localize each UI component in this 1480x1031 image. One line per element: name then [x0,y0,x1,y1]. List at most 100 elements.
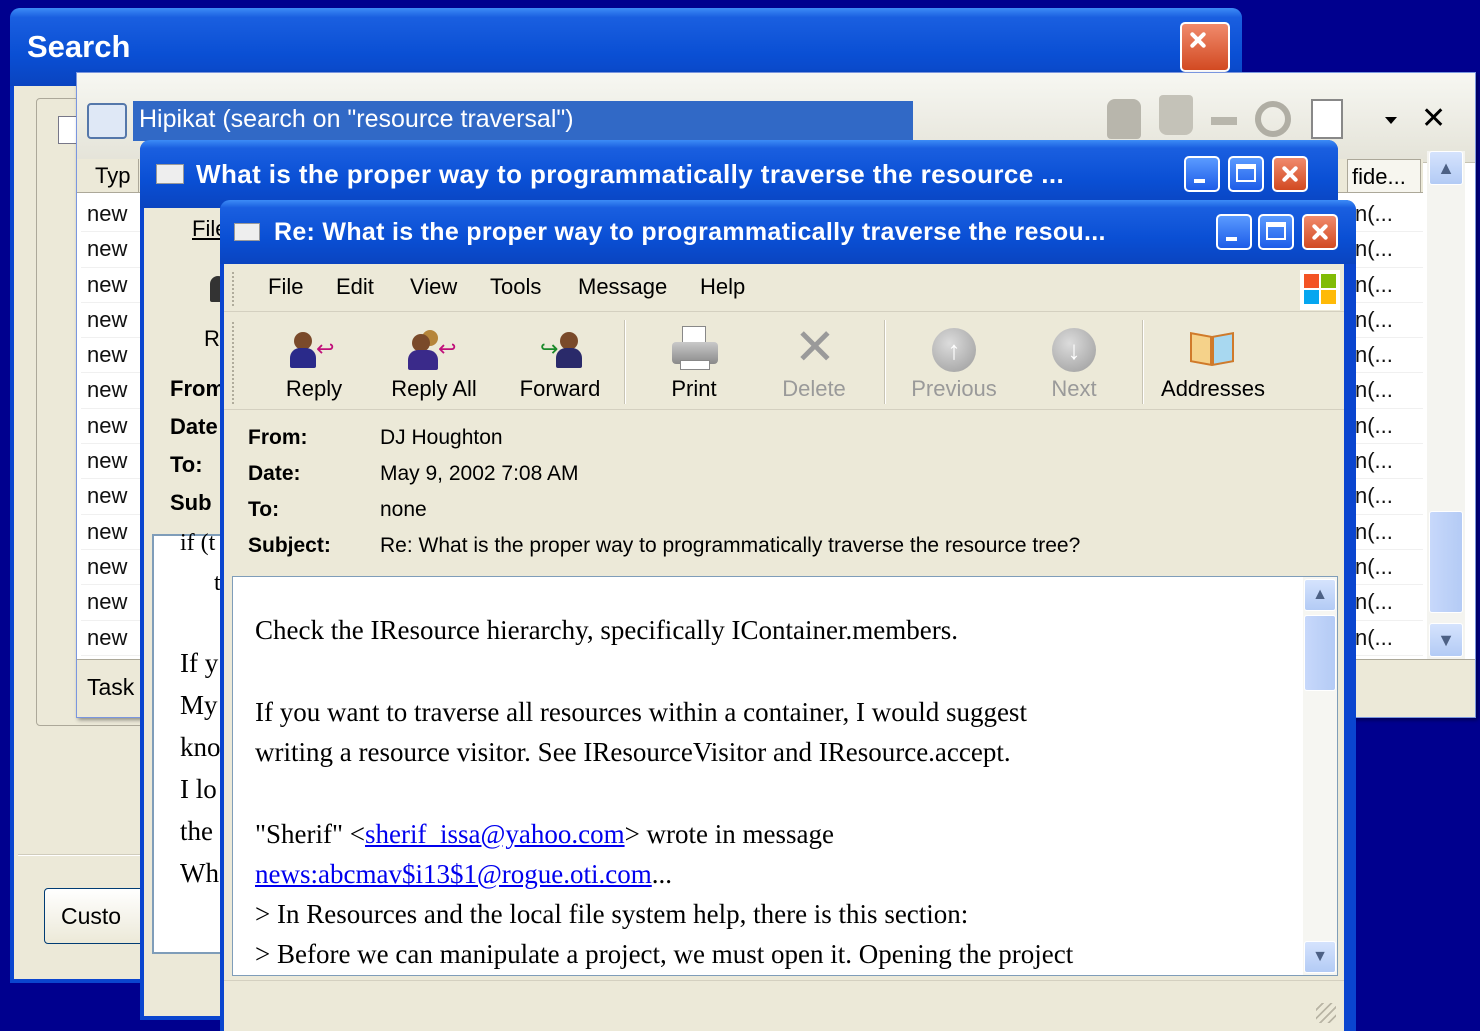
col-type-label: Typ [95,163,131,188]
hipikat-cat-icon [87,103,127,139]
menu-file[interactable]: File [268,274,303,300]
col-confidence[interactable]: fide... [1347,159,1421,193]
body-line: if (t [180,530,216,556]
delete-label: Delete [782,376,846,401]
body-scrollbar[interactable]: ▲ ▼ [1303,577,1337,975]
scroll-down-icon[interactable]: ▼ [1304,941,1336,973]
previous-button[interactable]: ↑ Previous [894,314,1014,406]
search-tab-icon [58,116,78,144]
menu-tools[interactable]: Tools [490,274,541,300]
table-cell[interactable]: n(... [1353,550,1423,586]
menu-message[interactable]: Message [578,274,667,300]
message-front-client: File Edit View Tools Message Help ↩ Repl… [224,264,1344,1031]
scroll-down-icon[interactable]: ▼ [1429,623,1463,657]
table-cell[interactable]: n(... [1353,268,1423,303]
news-after: ... [651,859,673,889]
minimize-view-icon[interactable] [1211,117,1237,125]
message-header: From: DJ Houghton Date: May 9, 2002 7:08… [248,424,1328,574]
hipikat-scrollbar[interactable]: ▲ ▼ [1427,151,1465,659]
thumbs-down-icon[interactable] [1159,95,1193,135]
message-back-title: What is the proper way to programmatical… [196,158,1065,189]
reply-all-label: Reply All [391,376,477,401]
status-bar [224,980,1344,1030]
table-cell[interactable]: n(... [1353,197,1423,233]
resize-grip-icon[interactable] [1316,1003,1336,1023]
table-cell[interactable]: n(... [1353,232,1423,268]
news-line: news:abcmav$i13$1@rogue.oti.com... [255,859,672,890]
print-button[interactable]: Print [634,314,754,406]
message-body[interactable]: Check the IResource hierarchy, specifica… [232,576,1338,976]
menu-edit[interactable]: Edit [336,274,374,300]
windows-logo-icon [1300,270,1340,310]
table-cell[interactable]: n(... [1353,444,1423,480]
scroll-up-icon[interactable]: ▲ [1429,151,1463,185]
scroll-thumb[interactable] [1304,615,1336,691]
customize-button-label: Custo [61,903,122,929]
message-front-titlebar[interactable]: Re: What is the proper way to programmat… [220,200,1356,264]
body-line: kno [180,732,221,762]
news-link[interactable]: news:abcmav$i13$1@rogue.oti.com [255,859,652,889]
subject-value: Re: What is the proper way to programmat… [380,534,1081,557]
email-link[interactable]: sherif_issa@yahoo.com [365,819,625,849]
close-view-icon[interactable]: ✕ [1421,101,1446,136]
quoted-line: > In Resources and the local file system… [255,899,969,929]
date-label: Date: [248,462,301,485]
next-button[interactable]: ↓ Next [1014,314,1134,406]
reply-all-icon: ↩ [408,330,458,372]
body-line: Wh [180,858,219,888]
minimize-button[interactable] [1216,214,1252,250]
table-cell[interactable]: n(... [1353,479,1423,515]
delete-icon: ✕ [794,319,836,375]
col-type[interactable]: Typ [77,159,139,193]
to-label: To: [248,498,280,521]
minimize-button[interactable] [1184,156,1220,192]
table-cell[interactable]: n(... [1353,515,1423,550]
body-line: My [180,690,218,720]
search-close-button[interactable] [1180,22,1230,72]
body-paragraph: Check the IResource hierarchy, specifica… [255,615,958,645]
maximize-button[interactable] [1228,156,1264,192]
toolbar: ↩ Reply ↩ Reply All ↪ Forward Print ✕ De… [224,314,1344,410]
thumbs-up-icon[interactable] [1107,99,1141,139]
message-front-window: Re: What is the proper way to programmat… [220,200,1356,1031]
scroll-thumb[interactable] [1429,511,1463,613]
maximize-button[interactable] [1258,214,1294,250]
reply-all-button[interactable]: ↩ Reply All [374,314,494,406]
tasks-tab[interactable]: Task [87,674,134,701]
reply-icon: ↩ [288,332,334,372]
date-value: May 9, 2002 7:08 AM [380,462,579,485]
quoted-line: > Before we can manipulate a project, we… [255,939,1074,969]
body-line: I lo [180,774,217,804]
body-line: If y [180,648,219,678]
quote-name: "Sherif" < [255,819,366,849]
subject-label: Subject: [248,534,331,557]
scroll-up-icon[interactable]: ▲ [1304,579,1336,611]
menu-view[interactable]: View [410,274,457,300]
addresses-button[interactable]: Addresses [1148,314,1278,406]
table-cell[interactable]: n(... [1353,303,1423,339]
close-button[interactable] [1302,214,1338,250]
view-menu-icon[interactable] [1311,99,1343,139]
hipikat-rows-right: n(... n(... n(... n(... n(... n(... n(..… [1353,197,1423,656]
forward-icon: ↪ [540,332,584,372]
forward-button[interactable]: ↪ Forward [500,314,620,406]
envelope-icon [234,223,260,241]
reply-button[interactable]: ↩ Reply [254,314,374,406]
message-back-titlebar[interactable]: What is the proper way to programmatical… [140,140,1338,208]
toolbar-separator [624,320,626,404]
dropdown-arrow-icon[interactable] [1385,117,1397,124]
table-cell[interactable]: n(... [1353,585,1423,621]
menu-help[interactable]: Help [700,274,745,300]
table-cell[interactable]: n(... [1353,621,1423,656]
previous-arrow-icon: ↑ [932,328,976,372]
message-front-title: Re: What is the proper way to programmat… [274,217,1106,246]
addresses-label: Addresses [1161,376,1265,401]
table-cell[interactable]: n(... [1353,409,1423,445]
table-cell[interactable]: n(... [1353,373,1423,409]
previous-label: Previous [911,376,997,401]
close-button[interactable] [1272,156,1308,192]
table-cell[interactable]: n(... [1353,338,1423,374]
delete-button[interactable]: ✕ Delete [754,314,874,406]
toolbar-separator [884,320,886,404]
refresh-icon[interactable] [1255,101,1291,137]
